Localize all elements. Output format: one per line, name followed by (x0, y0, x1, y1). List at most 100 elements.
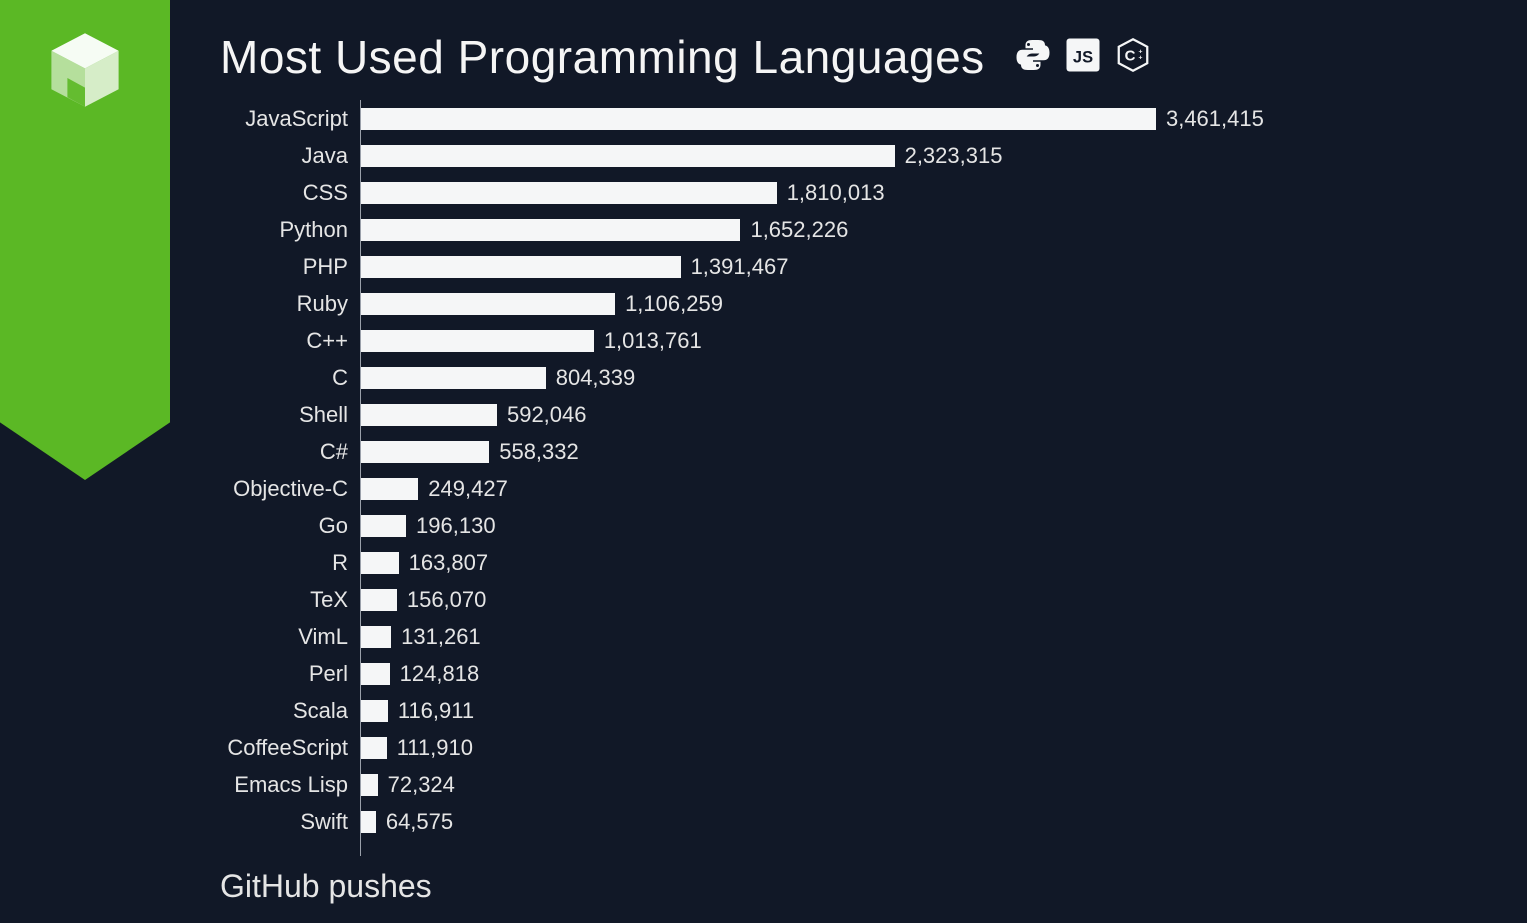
category-label: Shell (220, 402, 360, 428)
bar-track: 1,106,259 (360, 285, 1420, 322)
bar-fill (361, 737, 387, 759)
bar-fill (361, 256, 681, 278)
category-label: VimL (220, 624, 360, 650)
x-axis-label: GitHub pushes (220, 868, 432, 905)
svg-text:C: C (1124, 47, 1135, 64)
bar-fill (361, 700, 388, 722)
bar-fill (361, 108, 1156, 130)
bar-row: Shell 592,046 (220, 396, 1420, 433)
value-label: 116,911 (398, 698, 474, 724)
bar-fill (361, 589, 397, 611)
bar-row: JavaScript3,461,415 (220, 100, 1420, 137)
bar-track: 116,911 (360, 692, 1420, 729)
bar-fill (361, 774, 378, 796)
javascript-icon: JS (1065, 37, 1101, 78)
svg-text:JS: JS (1073, 48, 1093, 66)
bar-row: Java 2,323,315 (220, 137, 1420, 174)
category-label: Perl (220, 661, 360, 687)
value-label: 1,391,467 (691, 254, 789, 280)
bar-fill (361, 404, 497, 426)
value-label: 592,046 (507, 402, 587, 428)
bar-track: 64,575 (360, 803, 1420, 840)
bar-row: C# 558,332 (220, 433, 1420, 470)
value-label: 64,575 (386, 809, 453, 835)
x-axis (360, 840, 1420, 856)
category-label: Swift (220, 809, 360, 835)
bar-track: 111,910 (360, 729, 1420, 766)
bar-row: VimL 131,261 (220, 618, 1420, 655)
value-label: 131,261 (401, 624, 481, 650)
language-icons: JS C + + (1015, 37, 1151, 78)
chart-title: Most Used Programming Languages (220, 30, 985, 84)
bar-track: 3,461,415 (360, 100, 1420, 137)
bar-track: 163,807 (360, 544, 1420, 581)
bar-row: PHP 1,391,467 (220, 248, 1420, 285)
bar-row: TeX 156,070 (220, 581, 1420, 618)
value-label: 2,323,315 (905, 143, 1003, 169)
bar-row: CoffeeScript111,910 (220, 729, 1420, 766)
bar-track: 2,323,315 (360, 137, 1420, 174)
bar-track: 1,810,013 (360, 174, 1420, 211)
bar-chart: JavaScript3,461,415Java2,323,315CSS1,810… (220, 100, 1420, 840)
bar-fill (361, 145, 895, 167)
cpp-icon: C + + (1115, 37, 1151, 78)
category-label: C++ (220, 328, 360, 354)
bar-track: 156,070 (360, 581, 1420, 618)
category-label: R (220, 550, 360, 576)
bar-row: C++ 1,013,761 (220, 322, 1420, 359)
bar-row: R163,807 (220, 544, 1420, 581)
category-label: Java (220, 143, 360, 169)
value-label: 72,324 (388, 772, 455, 798)
category-label: Emacs Lisp (220, 772, 360, 798)
category-label: JavaScript (220, 106, 360, 132)
bar-track: 804,339 (360, 359, 1420, 396)
python-icon (1015, 37, 1051, 78)
bar-track: 558,332 (360, 433, 1420, 470)
category-label: C# (220, 439, 360, 465)
category-label: Go (220, 513, 360, 539)
bar-track: 1,391,467 (360, 248, 1420, 285)
bar-fill (361, 515, 406, 537)
bar-fill (361, 811, 376, 833)
value-label: 558,332 (499, 439, 579, 465)
category-label: CSS (220, 180, 360, 206)
category-label: PHP (220, 254, 360, 280)
value-label: 1,013,761 (604, 328, 702, 354)
bar-track: 1,013,761 (360, 322, 1420, 359)
value-label: 249,427 (428, 476, 508, 502)
bar-fill (361, 367, 546, 389)
bar-track: 72,324 (360, 766, 1420, 803)
value-label: 196,130 (416, 513, 496, 539)
bar-fill (361, 626, 391, 648)
value-label: 124,818 (400, 661, 480, 687)
category-label: Scala (220, 698, 360, 724)
svg-text:+: + (1138, 54, 1142, 61)
value-label: 804,339 (556, 365, 636, 391)
category-label: C (220, 365, 360, 391)
bar-fill (361, 663, 390, 685)
category-label: Python (220, 217, 360, 243)
category-label: TeX (220, 587, 360, 613)
bar-track: 592,046 (360, 396, 1420, 433)
value-label: 1,106,259 (625, 291, 723, 317)
bar-fill (361, 552, 399, 574)
brand-logo (45, 30, 125, 110)
bar-row: Emacs Lisp 72,324 (220, 766, 1420, 803)
bar-track: 249,427 (360, 470, 1420, 507)
value-label: 1,652,226 (750, 217, 848, 243)
bar-row: Perl 124,818 (220, 655, 1420, 692)
category-label: Objective-C (220, 476, 360, 502)
bar-fill (361, 293, 615, 315)
bar-row: Swift 64,575 (220, 803, 1420, 840)
bar-track: 196,130 (360, 507, 1420, 544)
value-label: 1,810,013 (787, 180, 885, 206)
category-label: CoffeeScript (220, 735, 360, 761)
bar-track: 124,818 (360, 655, 1420, 692)
bar-track: 1,652,226 (360, 211, 1420, 248)
bar-fill (361, 219, 740, 241)
bar-row: Python 1,652,226 (220, 211, 1420, 248)
bar-fill (361, 182, 777, 204)
bar-row: Scala 116,911 (220, 692, 1420, 729)
value-label: 156,070 (407, 587, 487, 613)
bar-fill (361, 330, 594, 352)
